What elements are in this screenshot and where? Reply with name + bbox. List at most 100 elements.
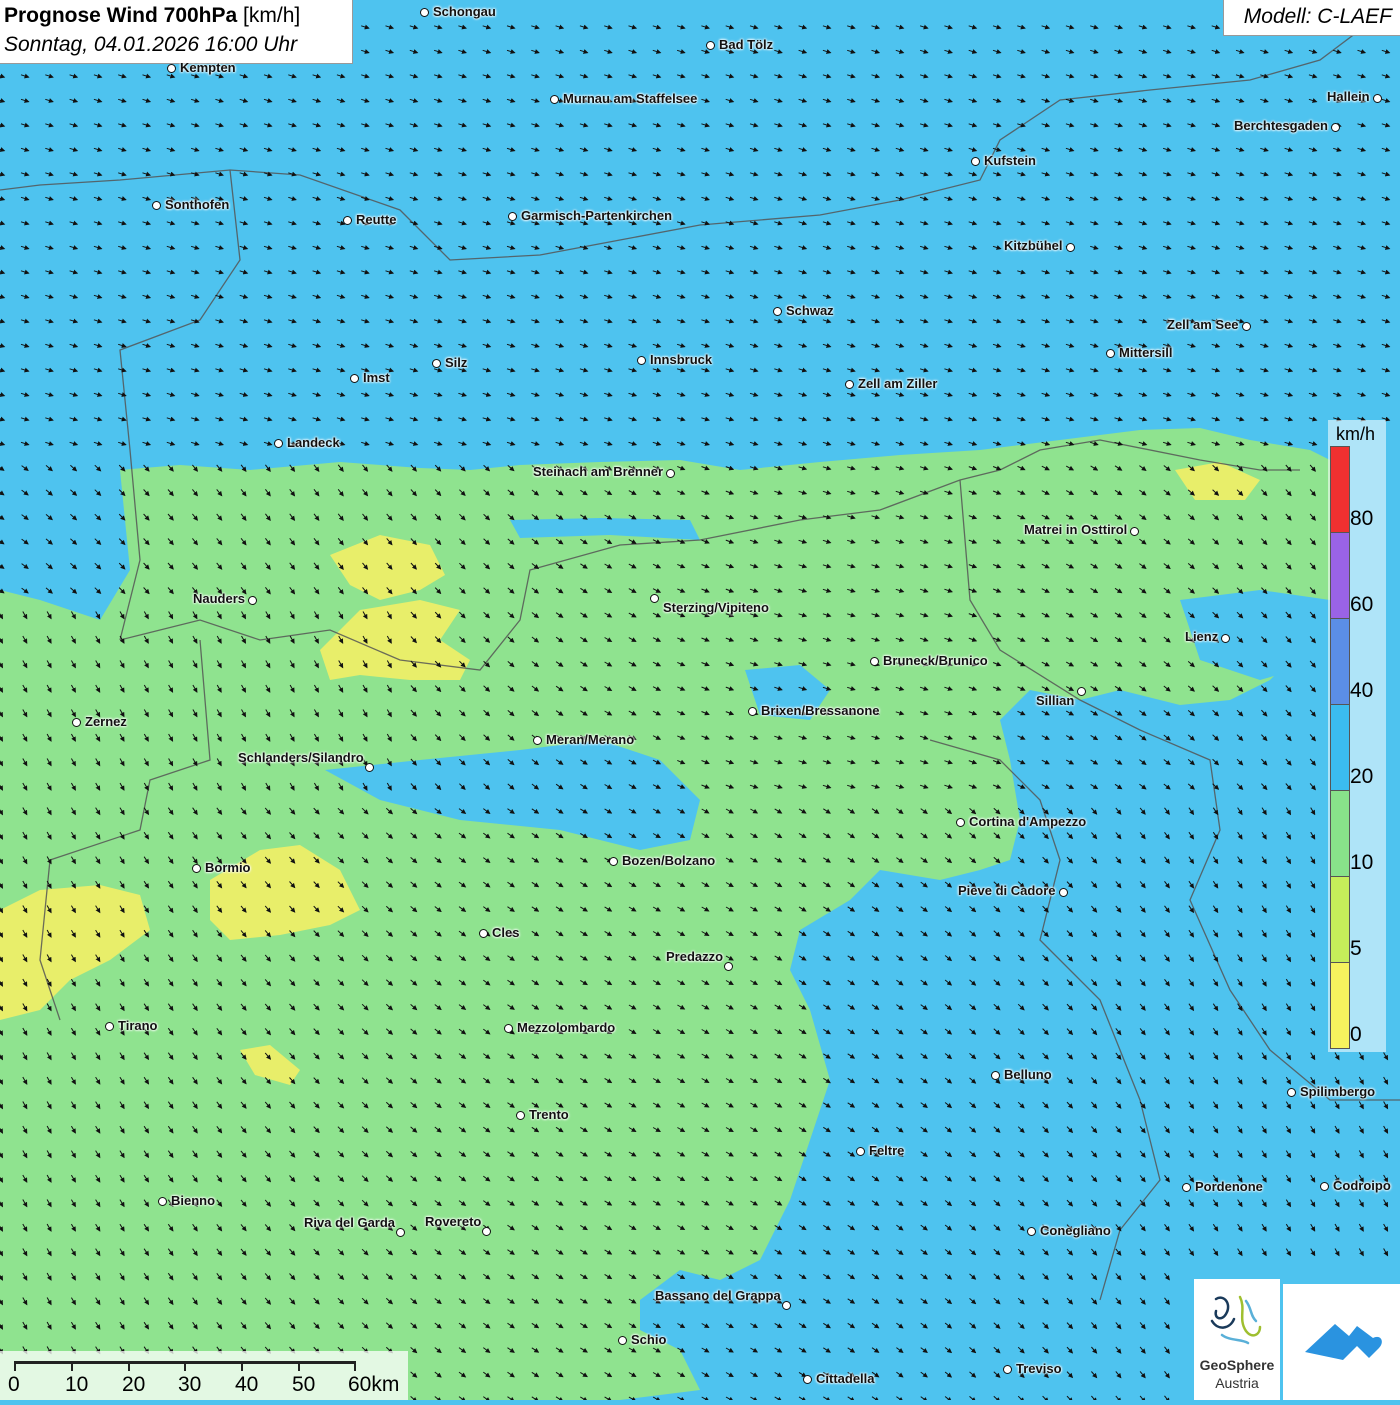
city-label: Innsbruck: [650, 352, 713, 367]
city-marker[interactable]: [396, 1228, 405, 1237]
city-marker[interactable]: [105, 1022, 114, 1031]
city-label: Pieve di Cadore: [958, 883, 1056, 898]
city-marker[interactable]: [803, 1375, 812, 1384]
legend-label: 20: [1350, 765, 1374, 788]
city-marker[interactable]: [1331, 123, 1340, 132]
city-marker[interactable]: [1027, 1227, 1036, 1236]
city-marker[interactable]: [432, 359, 441, 368]
city-marker[interactable]: [845, 380, 854, 389]
city-label: Steinach am Brenner: [533, 464, 664, 479]
city-label: Schongau: [433, 4, 496, 19]
scale-bar: 0 10 20 30 40 50 60km: [0, 1351, 408, 1400]
city-marker[interactable]: [533, 736, 542, 745]
city-marker[interactable]: [420, 8, 429, 17]
city-marker[interactable]: [666, 469, 675, 478]
scale-tick: [184, 1361, 186, 1371]
city-marker[interactable]: [618, 1336, 627, 1345]
city-marker[interactable]: [782, 1301, 791, 1310]
map-title: Prognose Wind 700hPa [km/h]: [4, 4, 301, 27]
model-label-box: Modell: C-LAEF: [1223, 0, 1400, 36]
city-marker[interactable]: [971, 157, 980, 166]
city-marker[interactable]: [1373, 94, 1382, 103]
city-marker[interactable]: [479, 929, 488, 938]
city-marker[interactable]: [1059, 888, 1068, 897]
city-label: Belluno: [1004, 1067, 1052, 1082]
city-marker[interactable]: [350, 374, 359, 383]
city-marker[interactable]: [1130, 527, 1139, 536]
legend-color-step: [1330, 618, 1350, 705]
city-marker[interactable]: [158, 1197, 167, 1206]
city-label: Schwaz: [786, 303, 834, 318]
city-marker[interactable]: [773, 307, 782, 316]
city-marker[interactable]: [1182, 1183, 1191, 1192]
model-label: Modell: C-LAEF: [1243, 5, 1392, 28]
city-label: Hallein: [1327, 89, 1370, 104]
city-marker[interactable]: [956, 818, 965, 827]
city-marker[interactable]: [72, 718, 81, 727]
city-label: Schlanders/Silandro: [238, 750, 364, 765]
city-label: Pordenone: [1195, 1179, 1263, 1194]
city-label: Silz: [445, 355, 468, 370]
city-marker[interactable]: [1287, 1088, 1296, 1097]
scale-label: 50: [292, 1373, 316, 1396]
city-marker[interactable]: [482, 1227, 491, 1236]
legend-color-step: [1330, 532, 1350, 619]
scale-label: 0: [8, 1373, 20, 1396]
scale-tick: [241, 1361, 243, 1371]
city-label: Cittadella: [816, 1371, 875, 1386]
city-marker[interactable]: [550, 95, 559, 104]
legend-color-step: [1330, 876, 1350, 963]
city-marker[interactable]: [365, 763, 374, 772]
city-marker[interactable]: [508, 212, 517, 221]
city-label: Bienno: [171, 1193, 216, 1208]
city-label: Zell am Ziller: [858, 376, 938, 391]
city-marker[interactable]: [192, 864, 201, 873]
city-label: Meran/Merano: [546, 732, 635, 747]
city-marker[interactable]: [748, 707, 757, 716]
city-marker[interactable]: [274, 439, 283, 448]
city-label: Reutte: [356, 212, 397, 227]
scale-label: 40: [235, 1373, 259, 1396]
city-marker[interactable]: [152, 201, 161, 210]
geosphere-country: Austria: [1215, 1375, 1259, 1391]
city-marker[interactable]: [343, 216, 352, 225]
scale-tick: [354, 1361, 356, 1371]
city-marker[interactable]: [1003, 1365, 1012, 1374]
city-label: Matrei in Osttirol: [1024, 522, 1128, 537]
city-marker[interactable]: [1242, 322, 1251, 331]
city-marker[interactable]: [1077, 687, 1086, 696]
scale-tick: [298, 1361, 300, 1371]
city-marker[interactable]: [1066, 243, 1075, 252]
city-marker[interactable]: [1320, 1182, 1329, 1191]
city-marker[interactable]: [706, 41, 715, 50]
scale-label: 60km: [348, 1373, 400, 1396]
city-marker[interactable]: [609, 857, 618, 866]
city-marker[interactable]: [1221, 634, 1230, 643]
city-marker[interactable]: [637, 356, 646, 365]
city-marker[interactable]: [167, 64, 176, 73]
city-marker[interactable]: [1106, 349, 1115, 358]
scale-label: 10: [65, 1373, 89, 1396]
city-marker[interactable]: [856, 1147, 865, 1156]
mountain-cloud-icon: [1305, 1324, 1382, 1360]
city-marker[interactable]: [504, 1024, 513, 1033]
city-label: Feltre: [869, 1143, 905, 1158]
city-marker[interactable]: [991, 1071, 1000, 1080]
city-marker[interactable]: [516, 1111, 525, 1120]
city-label: Kitzbühel: [1004, 238, 1063, 253]
legend-color-step: [1330, 446, 1350, 533]
city-label: Codroipo: [1333, 1178, 1391, 1193]
legend-label: 10: [1350, 851, 1374, 874]
city-marker[interactable]: [724, 962, 733, 971]
city-marker[interactable]: [248, 596, 257, 605]
city-label: Predazzo: [666, 949, 724, 964]
color-legend: km/h 80 60 40 20 10 5 0: [1328, 420, 1386, 1052]
city-label: Kufstein: [984, 153, 1036, 168]
legend-label: 40: [1350, 679, 1374, 702]
city-label: Bassano del Grappa: [655, 1288, 781, 1303]
city-label: Bozen/Bolzano: [622, 853, 716, 868]
legend-unit: km/h: [1336, 424, 1376, 444]
app-logo[interactable]: [1283, 1284, 1400, 1400]
city-marker[interactable]: [870, 657, 879, 666]
city-marker[interactable]: [650, 594, 659, 603]
